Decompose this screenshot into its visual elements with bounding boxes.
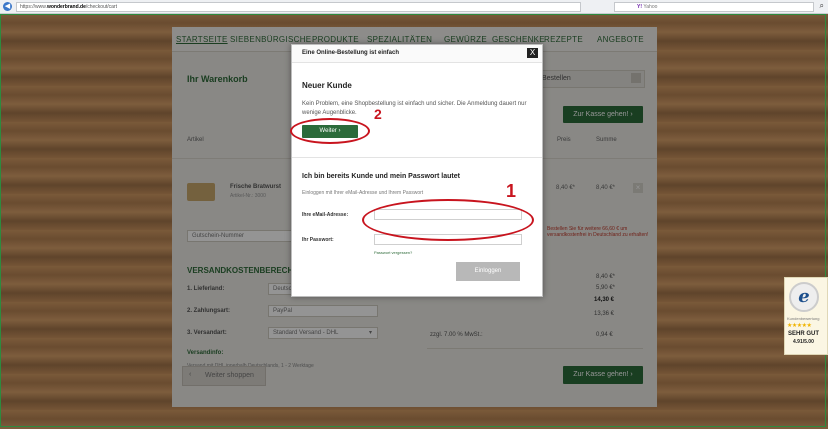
modal-header: Eine Online-Bestellung ist einfach X: [292, 45, 542, 63]
search-brand: Y!: [637, 4, 642, 10]
new-customer-text: Kein Problem, eine Shopbestellung ist ei…: [302, 101, 527, 116]
existing-customer-subtitle: Einloggen mit Ihrer eMail-Adresse und Ih…: [302, 190, 424, 196]
email-label: Ihre eMail-Adresse:: [302, 212, 349, 218]
rating-score: 4.91/5.00: [793, 339, 814, 345]
close-icon[interactable]: X: [527, 48, 538, 58]
modal-divider: [292, 157, 542, 158]
trust-seal-icon: e: [789, 282, 819, 312]
login-button[interactable]: Einloggen: [456, 262, 520, 281]
rating-stars: ★★★★★: [787, 323, 812, 329]
annotation-ring-weiter: [290, 118, 370, 144]
search-icon[interactable]: ⌕: [820, 1, 824, 11]
annotation-number-one: 1: [506, 181, 517, 201]
browser-toolbar: ◀ https://www.wonderbrand.de/checkout/ca…: [0, 0, 828, 14]
password-label: Ihr Passwort:: [302, 237, 334, 243]
trust-caption: Kundenbewertung: [787, 316, 820, 321]
new-customer-title: Neuer Kunde: [302, 81, 352, 90]
back-arrow-icon[interactable]: ◀: [3, 2, 12, 11]
search-engine-name: Yahoo: [643, 4, 658, 10]
address-bar[interactable]: https://www.wonderbrand.de/checkout/cart: [16, 2, 581, 12]
url-domain: wonderbrand.de: [46, 4, 86, 10]
url-path: /checkout/cart: [85, 4, 117, 10]
url-prefix: https://www.: [20, 4, 47, 10]
search-box[interactable]: Y! Yahoo: [614, 2, 814, 12]
forgot-password-link[interactable]: Passwort vergessen?: [374, 250, 412, 255]
trust-badge[interactable]: e Kundenbewertung ★★★★★ SEHR GUT 4.91/5.…: [784, 277, 828, 355]
annotation-ring-login: [362, 199, 534, 241]
login-modal: Eine Online-Bestellung ist einfach X Neu…: [291, 44, 543, 297]
rating-text: SEHR GUT: [788, 331, 820, 337]
annotation-number-two: 2: [374, 106, 382, 122]
existing-customer-title: Ich bin bereits Kunde und mein Passwort …: [302, 173, 460, 180]
modal-title: Eine Online-Bestellung ist einfach: [302, 50, 400, 56]
